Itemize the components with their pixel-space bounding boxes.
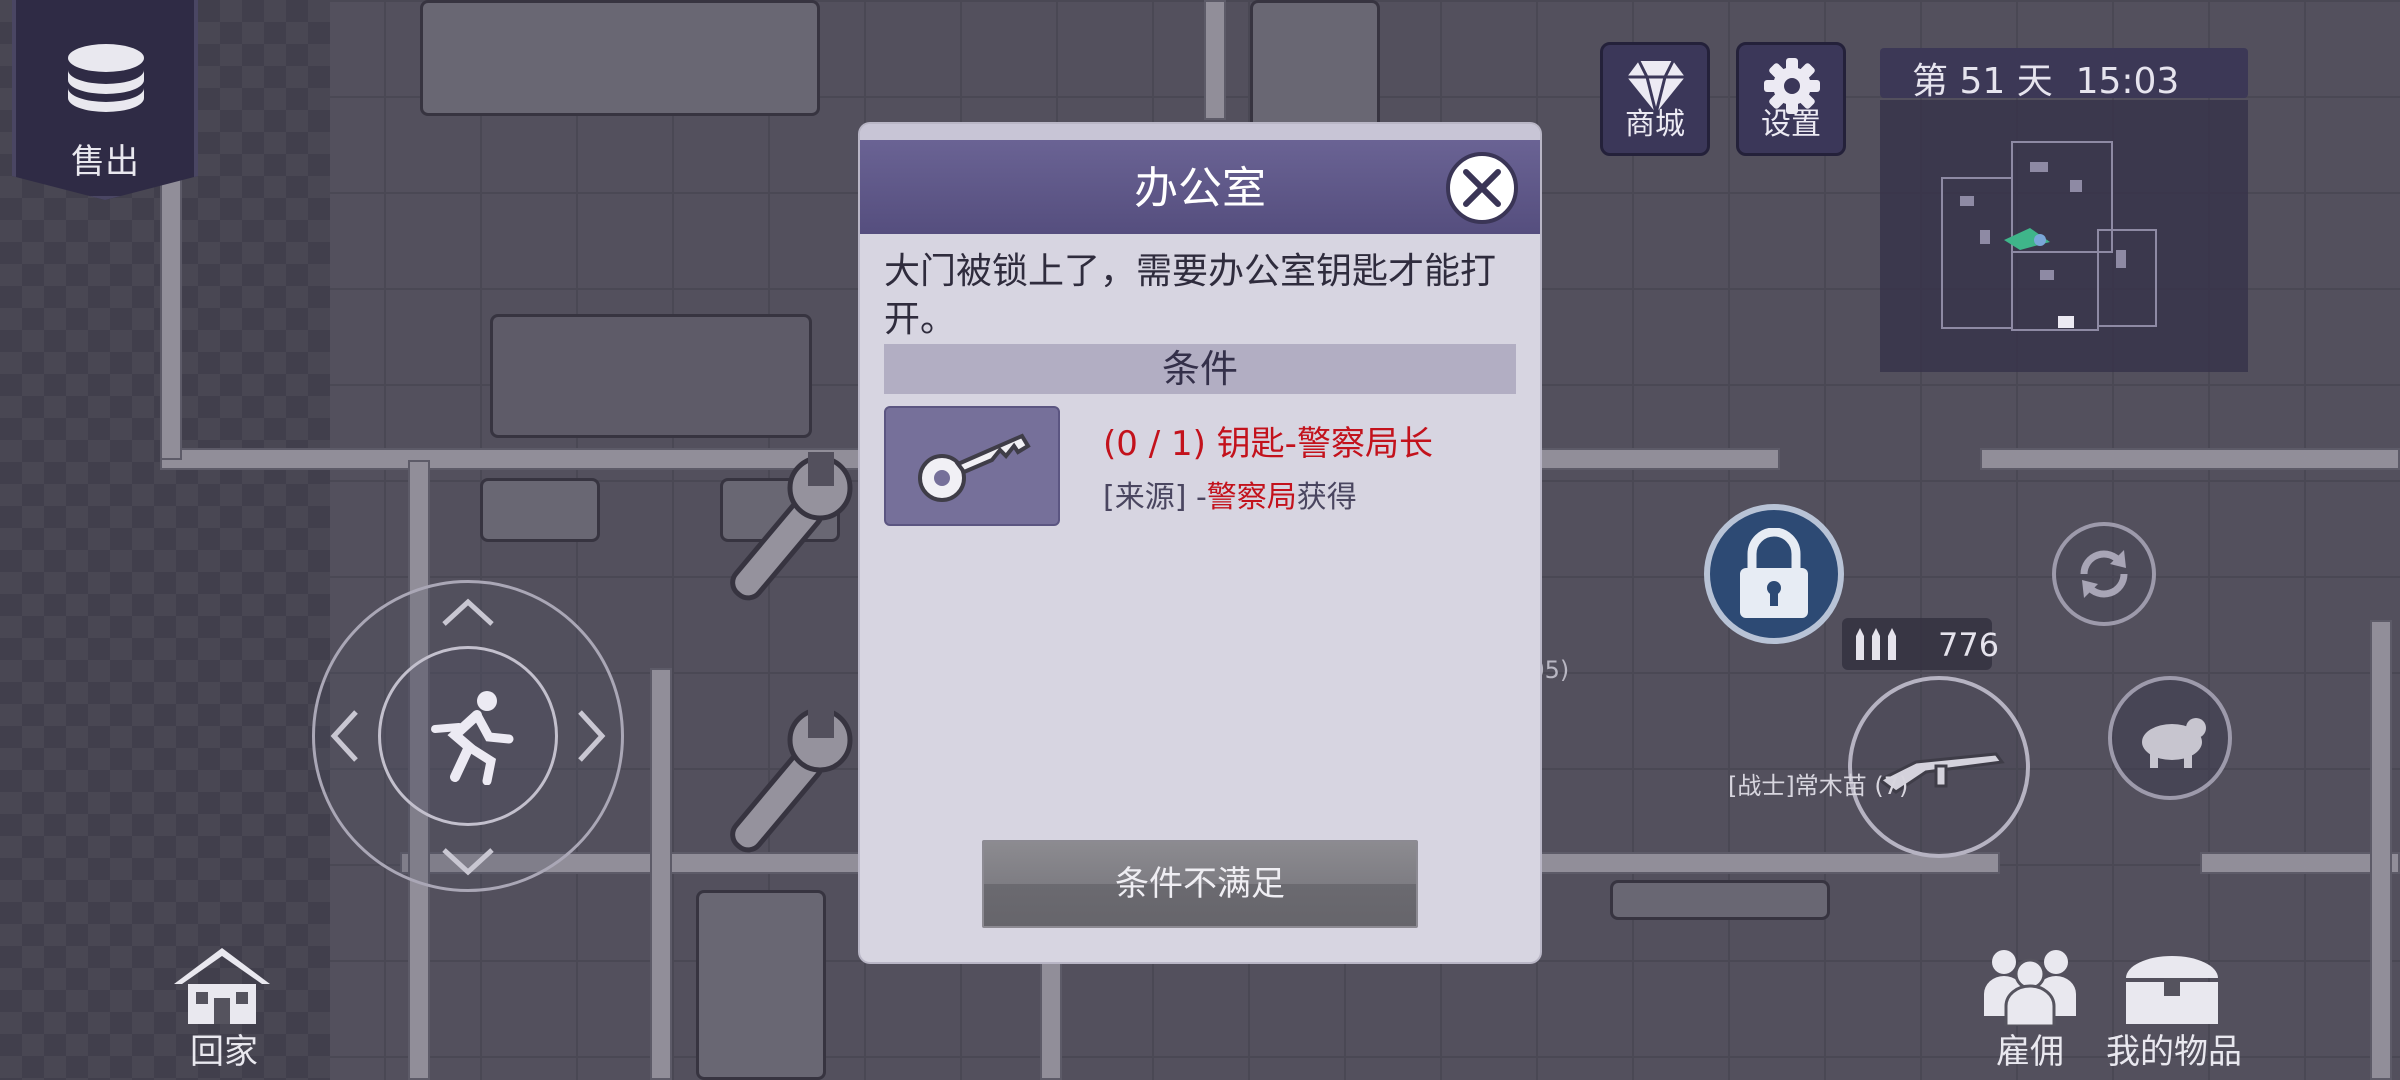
close-button[interactable] — [1446, 152, 1518, 224]
item-source-text: [来源] -警察局获得 — [1103, 472, 1357, 516]
chest-icon — [2126, 956, 2218, 1024]
refresh-button[interactable] — [2052, 522, 2156, 626]
source-suffix: 获得 — [1296, 480, 1357, 515]
sell-label: 售出 — [71, 142, 139, 182]
sell-button[interactable]: 售出 — [12, 0, 198, 200]
ammo-counter: 776 — [1842, 618, 1999, 670]
settings-label: 设置 — [1761, 107, 1821, 142]
source-prefix: [来源] - — [1103, 480, 1207, 515]
required-item-slot[interactable] — [884, 406, 1060, 526]
minimap-layout — [1941, 141, 2157, 331]
conditions-not-met-button[interactable]: 条件不满足 — [982, 840, 1418, 928]
home-button[interactable]: 回家 — [172, 1024, 276, 1073]
bullets-icon — [1856, 628, 1896, 660]
house-icon — [174, 948, 270, 1024]
close-icon — [1463, 169, 1501, 207]
my-items-button[interactable]: 我的物品 — [2100, 1024, 2248, 1073]
dialog-title: 办公室 — [1134, 163, 1266, 214]
ammo-count: 776 — [1938, 626, 2000, 664]
shop-label: 商城 — [1625, 107, 1685, 142]
coins-icon — [68, 44, 144, 112]
minimap[interactable] — [1880, 100, 2248, 372]
ox-icon — [2142, 718, 2206, 768]
source-place: 警察局 — [1206, 480, 1297, 515]
key-icon — [918, 433, 1031, 502]
npc-name-tag: [战士]常木苗 (7) — [1728, 772, 1909, 800]
conditions-header: 条件 — [884, 344, 1516, 394]
day-time-text: 第 51 天 15:03 — [1912, 61, 2180, 102]
run-icon — [431, 691, 514, 785]
locked-door-dialog: 办公室 大门被锁上了，需要办公室钥匙才能打开。 条件 (0 / 1) 钥匙-警察… — [860, 124, 1540, 962]
hire-button[interactable]: 雇佣 — [1980, 1024, 2080, 1073]
lock-button[interactable] — [1704, 504, 1844, 644]
day-time-panel: 第 51 天 15:03 — [1880, 48, 2248, 102]
shop-button[interactable]: 商城 — [1600, 42, 1710, 156]
workers-icon — [1984, 950, 2076, 1026]
dialog-description: 大门被锁上了，需要办公室钥匙才能打开。 — [884, 251, 1497, 340]
run-button[interactable] — [378, 646, 558, 826]
requirement-text: (0 / 1) 钥匙-警察局长 — [1103, 424, 1433, 464]
dialog-header: 办公室 — [860, 124, 1540, 234]
settings-button[interactable]: 设置 — [1736, 42, 1846, 156]
refresh-icon — [2080, 550, 2128, 598]
lock-icon — [1740, 528, 1808, 618]
pet-button[interactable] — [2108, 676, 2232, 800]
